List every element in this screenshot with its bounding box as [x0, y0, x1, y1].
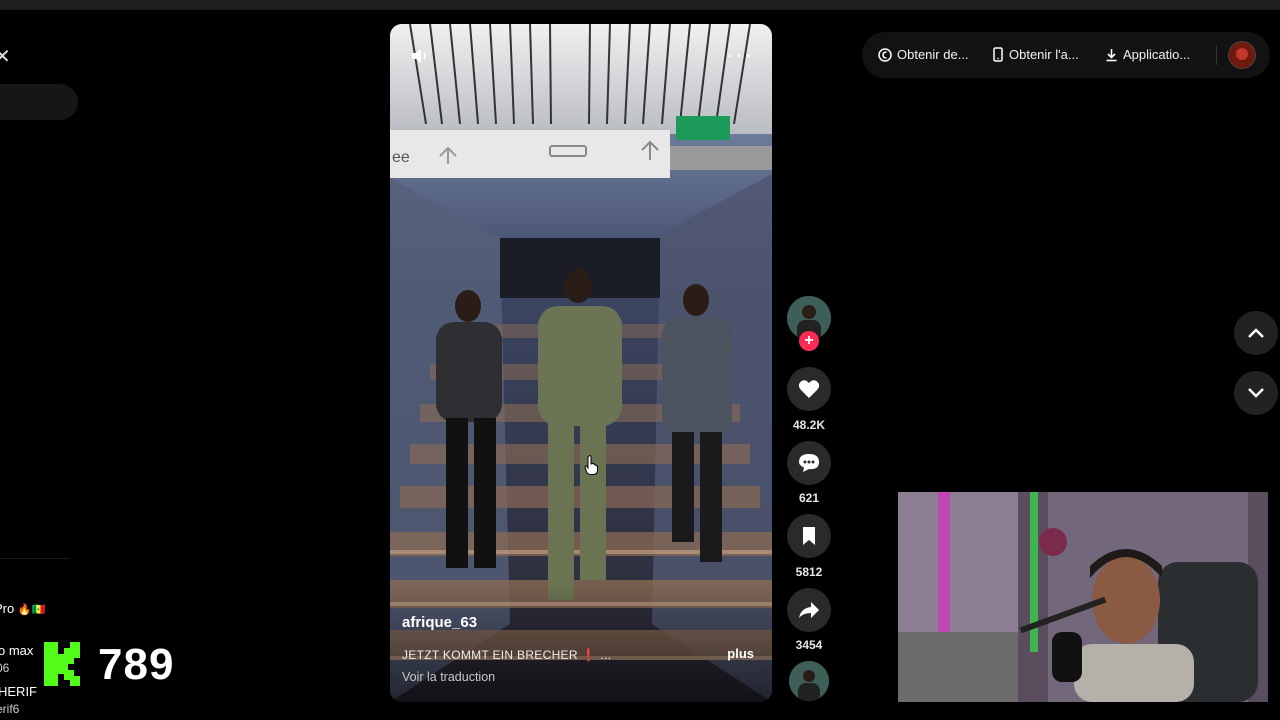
- video-caption-gradient: [390, 582, 772, 702]
- divider: [1216, 45, 1217, 65]
- previous-video-button[interactable]: [1234, 311, 1278, 355]
- desktop-app-link[interactable]: Applicatio...: [1105, 47, 1190, 62]
- like-count: 48.2K: [792, 418, 826, 432]
- comment-button[interactable]: [787, 441, 831, 485]
- description-more-link[interactable]: plus: [727, 646, 754, 661]
- share-button[interactable]: [787, 588, 831, 632]
- save-count: 5812: [795, 565, 823, 579]
- phone-icon: [993, 47, 1003, 62]
- profile-avatar-image: [1229, 42, 1255, 68]
- comment-count: 621: [798, 491, 820, 505]
- get-coins-label: Obtenir de...: [897, 47, 969, 62]
- next-video-button[interactable]: [1234, 371, 1278, 415]
- chat-user-2-sub: 06: [0, 661, 10, 675]
- more-options-icon[interactable]: ···: [726, 42, 754, 68]
- get-app-link[interactable]: Obtenir l'a...: [992, 47, 1079, 62]
- close-icon[interactable]: ✕: [0, 44, 11, 69]
- follow-plus-icon[interactable]: +: [799, 331, 819, 351]
- chat-user-1-emoji: 🔥🇸🇳: [17, 604, 46, 616]
- svg-text:ee: ee: [392, 149, 410, 166]
- translate-link[interactable]: Voir la traduction: [402, 670, 495, 684]
- streamer-webcam: [898, 492, 1268, 702]
- chat-user-1-name: Pro: [0, 601, 15, 616]
- profile-avatar[interactable]: [1228, 41, 1256, 69]
- video-author[interactable]: afrique_63: [402, 614, 477, 631]
- sound-avatar-image: [789, 661, 829, 701]
- sound-avatar[interactable]: [789, 661, 829, 701]
- get-coins-link[interactable]: Obtenir de...: [878, 47, 969, 62]
- share-count: 3454: [795, 638, 823, 652]
- webcam-feed: [898, 492, 1268, 702]
- chat-user-3-sub: erif6: [0, 702, 20, 716]
- browser-top-strip: [0, 0, 1280, 10]
- get-app-label: Obtenir l'a...: [1009, 47, 1079, 62]
- video-player[interactable]: ee ··· afrique_63 JETZT KOMMT EIN BRECHE…: [390, 24, 772, 702]
- coin-icon: [878, 47, 892, 62]
- kick-logo-icon: [44, 642, 80, 686]
- sidebar-search-pill[interactable]: [0, 84, 78, 120]
- share-icon: [799, 602, 819, 618]
- chevron-up-icon: [1248, 328, 1264, 338]
- divider: [0, 558, 70, 559]
- download-icon: [1106, 48, 1117, 61]
- volume-icon[interactable]: [408, 44, 432, 68]
- video-description: JETZT KOMMT EIN BRECHER ❗ ...: [402, 648, 612, 662]
- heart-icon: [798, 380, 820, 398]
- chevron-down-icon: [1248, 388, 1264, 398]
- hand-cursor-icon: [584, 455, 598, 475]
- chat-user-3-name: HERIF: [0, 684, 37, 699]
- chat-user-2-name: o max: [0, 643, 34, 658]
- comment-icon: [799, 454, 819, 472]
- desktop-app-label: Applicatio...: [1123, 47, 1191, 62]
- viewer-count: 789: [98, 640, 175, 689]
- like-button[interactable]: [787, 367, 831, 411]
- save-button[interactable]: [787, 514, 831, 558]
- chat-user-1: Pro 🔥🇸🇳: [0, 601, 45, 616]
- bookmark-icon: [803, 527, 815, 545]
